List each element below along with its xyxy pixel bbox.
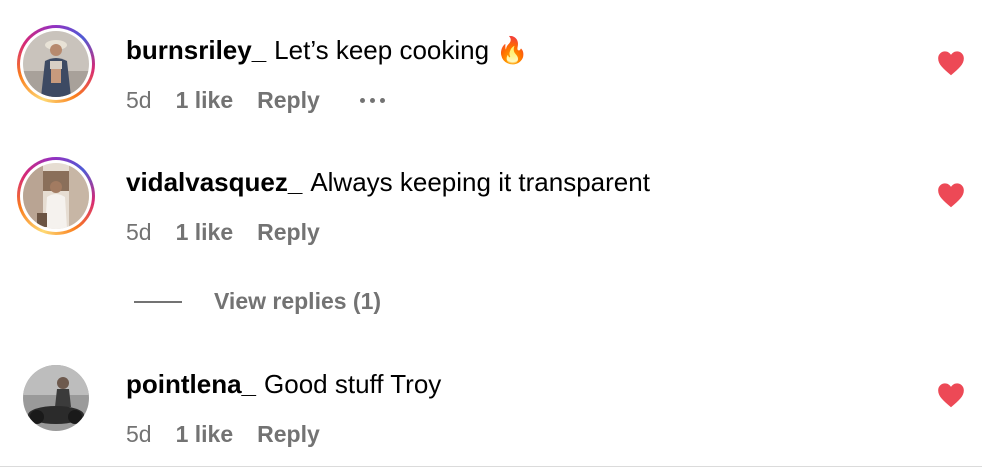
comment-item: burnsriley_ Let’s keep cooking 🔥 5d 1 lik… — [0, 0, 982, 113]
bottom-divider — [0, 466, 982, 467]
reply-button[interactable]: Reply — [257, 218, 320, 246]
avatar-story-ring[interactable] — [17, 157, 95, 235]
avatar — [23, 31, 89, 97]
comment-username[interactable]: pointlena_ — [126, 369, 256, 399]
comment-time: 5d — [126, 421, 152, 447]
avatar-wrapper[interactable] — [17, 359, 95, 437]
comment-item: vidalvasquez_ Always keeping it transpare… — [0, 132, 982, 245]
comment-username[interactable]: burnsriley_ — [126, 35, 266, 65]
heart-icon[interactable] — [937, 50, 965, 76]
comment-time: 5d — [126, 87, 152, 113]
comment-likes-count[interactable]: 1 like — [176, 420, 234, 448]
avatar — [23, 163, 89, 229]
view-replies-label: View replies (1) — [214, 288, 382, 314]
comment-text: Let’s keep cooking 🔥 — [274, 35, 529, 65]
more-options-icon[interactable] — [359, 97, 385, 103]
divider-dash — [134, 300, 182, 303]
comment-likes-count[interactable]: 1 like — [176, 86, 234, 114]
avatar-story-ring[interactable] — [17, 25, 95, 103]
comment-text: Always keeping it transparent — [310, 167, 650, 197]
heart-icon[interactable] — [937, 182, 965, 208]
view-replies-button[interactable]: View replies (1) — [134, 288, 381, 315]
heart-icon[interactable] — [937, 382, 965, 408]
comment-item: pointlena_ Good stuff Troy 5d 1 like Repl… — [0, 334, 982, 447]
comment-text: Good stuff Troy — [264, 369, 442, 399]
reply-button[interactable]: Reply — [257, 420, 320, 448]
avatar — [23, 365, 89, 431]
reply-button[interactable]: Reply — [257, 86, 320, 114]
comment-time: 5d — [126, 219, 152, 245]
comment-username[interactable]: vidalvasquez_ — [126, 167, 302, 197]
comment-likes-count[interactable]: 1 like — [176, 218, 234, 246]
